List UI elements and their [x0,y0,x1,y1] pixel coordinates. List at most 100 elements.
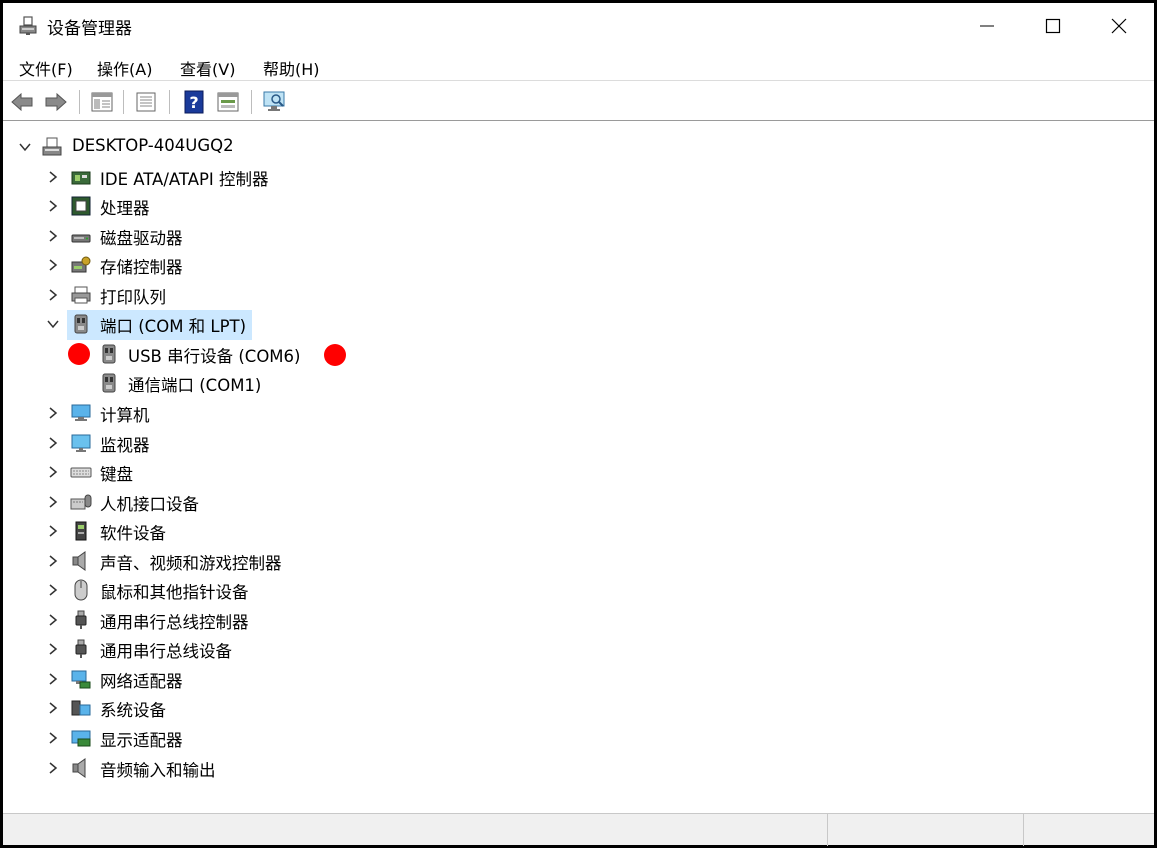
tree-category-label: 人机接口设备 [100,494,199,514]
scan-hardware-button[interactable] [261,89,287,115]
tree-device-label: USB 串行设备 (COM6) [128,346,301,366]
tree-root-label: DESKTOP-404UGQ2 [72,136,234,155]
tree-category[interactable]: 音频输入和输出 [6,754,306,782]
back-button[interactable] [9,89,35,115]
tree-category-label: 存储控制器 [100,258,183,278]
chevron-down-icon[interactable] [18,140,32,154]
forward-button[interactable] [43,89,69,115]
chevron-right-icon[interactable] [46,701,60,715]
usb-icon [75,639,87,659]
toolbar-separator [251,90,252,114]
close-button[interactable] [1086,3,1152,49]
properties-icon [136,92,156,112]
menu-view[interactable]: 查看(V) [180,56,235,80]
tree-category-label: 系统设备 [100,701,166,721]
tree-category[interactable]: 系统设备 [6,694,306,722]
chevron-right-icon[interactable] [46,436,60,450]
minimize-icon [980,25,994,27]
hid-icon [70,494,92,510]
tree-category[interactable]: 端口 (COM 和 LPT) [6,310,306,341]
display-adapter-icon [71,730,91,747]
properties-button[interactable] [133,89,159,115]
tree-device[interactable]: USB 串行设备 (COM6) [6,340,366,368]
chevron-right-icon[interactable] [46,199,60,213]
chevron-right-icon[interactable] [46,288,60,302]
properties-pane-button[interactable] [89,89,115,115]
port-icon [102,373,116,393]
update-driver-icon [217,92,239,112]
tree-category-label: 音频输入和输出 [100,760,216,780]
tree-category-label: 显示适配器 [100,731,183,750]
red-marker-left [68,342,90,365]
tree-category[interactable]: 键盘 [6,458,306,486]
chevron-right-icon[interactable] [46,465,60,479]
tree-root[interactable]: DESKTOP-404UGQ2 [6,133,266,161]
tree-category-label: 打印队列 [100,287,166,307]
toolbar: ? [3,83,1154,121]
chevron-right-icon[interactable] [46,554,60,568]
device-manager-icon [19,16,37,35]
chevron-right-icon[interactable] [46,642,60,656]
device-tree[interactable]: DESKTOP-404UGQ2 IDE ATA/ATAPI 控制器处理器磁盘驱动… [6,127,1151,811]
chevron-right-icon[interactable] [46,613,60,627]
chevron-right-icon[interactable] [46,583,60,597]
disk-drive-icon [71,234,91,243]
properties-pane-icon [91,92,113,112]
menu-help[interactable]: 帮助(H) [263,56,320,80]
port-icon [74,314,88,334]
tree-category[interactable]: 打印队列 [6,281,306,309]
tree-device[interactable]: 通信端口 (COM1) [6,369,366,397]
port-icon [102,344,116,364]
software-device-icon [75,521,87,541]
chevron-right-icon[interactable] [46,672,60,686]
tree-category[interactable]: 处理器 [6,192,306,220]
monitor-icon [71,434,91,452]
back-icon [11,92,33,112]
speaker-icon [72,550,86,571]
chevron-right-icon[interactable] [46,761,60,775]
help-icon: ? [184,90,204,114]
chevron-right-icon[interactable] [46,170,60,184]
chevron-right-icon[interactable] [46,731,60,745]
speaker-icon [72,757,86,778]
tree-category-label: 通用串行总线控制器 [100,612,249,632]
tree-category[interactable]: IDE ATA/ATAPI 控制器 [6,163,306,191]
tree-category[interactable]: 通用串行总线设备 [6,635,306,663]
tree-category[interactable]: 网络适配器 [6,665,306,693]
tree-category[interactable]: 磁盘驱动器 [6,222,306,250]
title-bar[interactable]: 设备管理器 [3,3,1154,49]
maximize-button[interactable] [1020,3,1086,49]
computer-icon [71,404,91,421]
tree-category[interactable]: 监视器 [6,429,306,457]
tree-category[interactable]: 显示适配器 [6,724,306,752]
tree-category-label: 键盘 [100,465,133,485]
tree-category[interactable]: 人机接口设备 [6,488,306,516]
device-manager-window: 设备管理器 文件(F) 操作(A) 查看(V) 帮助(H) ? DESKTOP-… [0,0,1157,848]
tree-device-label: 通信端口 (COM1) [128,376,262,396]
chevron-right-icon[interactable] [46,229,60,243]
tree-category[interactable]: 存储控制器 [6,251,306,279]
tree-category-label: 软件设备 [100,524,166,544]
minimize-button[interactable] [954,3,1020,49]
tree-category-label: 端口 (COM 和 LPT) [67,310,253,341]
svg-text:?: ? [189,93,198,112]
chevron-right-icon[interactable] [46,524,60,538]
toolbar-separator [169,90,170,114]
tree-category-label: 声音、视频和游戏控制器 [100,553,282,573]
help-button[interactable]: ? [181,89,207,115]
tree-category[interactable]: 通用串行总线控制器 [6,606,306,634]
tree-category-label: 磁盘驱动器 [100,228,183,248]
tree-category[interactable]: 计算机 [6,399,306,427]
tree-category[interactable]: 声音、视频和游戏控制器 [6,547,306,575]
tree-category[interactable]: 鼠标和其他指针设备 [6,576,306,604]
menu-action[interactable]: 操作(A) [97,56,152,80]
red-marker-right [324,343,346,366]
update-driver-button[interactable] [215,89,241,115]
menu-file[interactable]: 文件(F) [19,56,73,80]
tree-category[interactable]: 软件设备 [6,517,306,545]
chevron-right-icon[interactable] [46,495,60,509]
chevron-right-icon[interactable] [46,258,60,272]
tree-category-label: IDE ATA/ATAPI 控制器 [100,169,269,189]
chevron-right-icon[interactable] [46,406,60,420]
chevron-down-icon[interactable] [46,317,60,331]
